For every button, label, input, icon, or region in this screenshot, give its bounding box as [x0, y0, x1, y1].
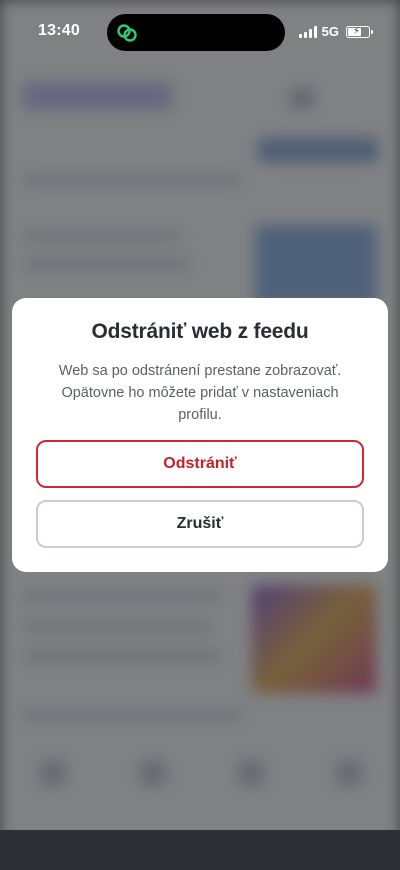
bottom-system-bar [0, 830, 400, 870]
battery-icon: ⚡ [346, 25, 373, 38]
dynamic-island [107, 14, 285, 51]
status-time: 13:40 [38, 22, 80, 39]
status-bar: 13:40 5G ⚡ [0, 0, 400, 64]
remove-site-dialog: Odstrániť web z feedu Web sa po odstráne… [12, 298, 388, 572]
network-type: 5G [321, 24, 339, 39]
phone-screen: 13:40 5G ⚡ Odstrániť web z feedu Web sa … [0, 0, 400, 870]
remove-button[interactable]: Odstrániť [36, 440, 364, 488]
charging-bolt-icon: ⚡ [353, 25, 361, 37]
cancel-button[interactable]: Zrušiť [36, 500, 364, 548]
linked-rings-icon [117, 24, 137, 42]
dialog-title: Odstrániť web z feedu [91, 320, 309, 343]
status-indicators: 5G ⚡ [298, 24, 373, 39]
cellular-signal-icon [298, 25, 317, 38]
dialog-message: Web sa po odstránení prestane zobrazovať… [58, 363, 342, 423]
